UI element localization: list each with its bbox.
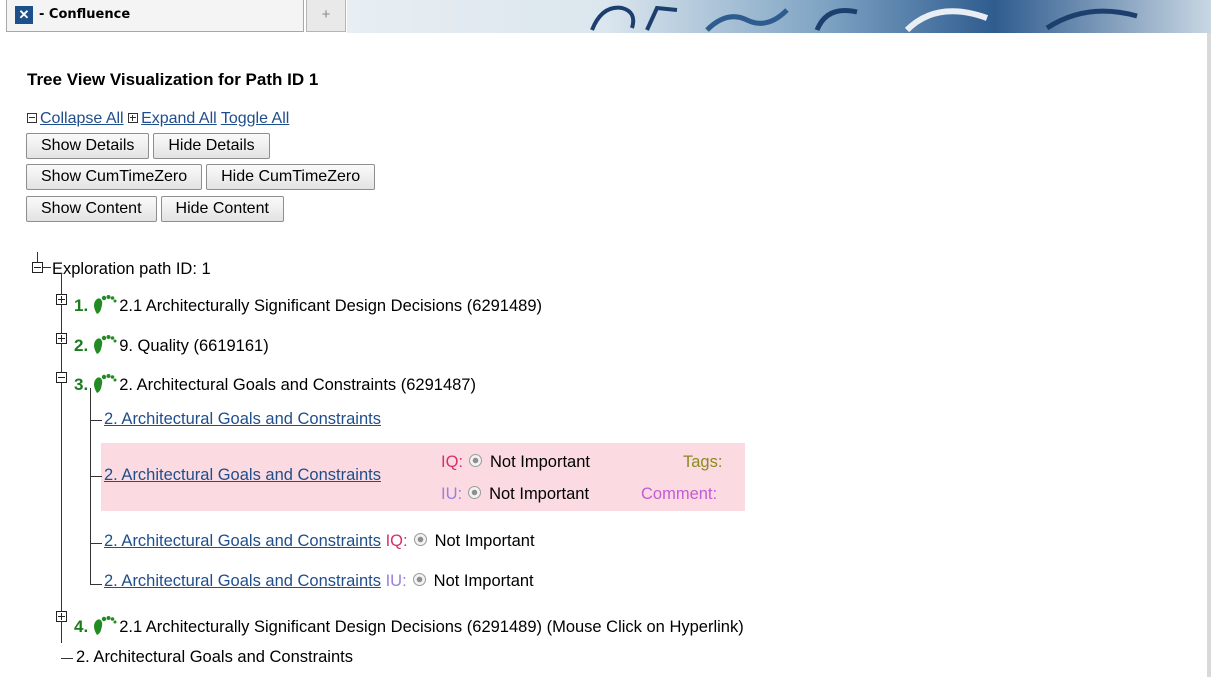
collapse-all-link[interactable]: Collapse All (40, 110, 124, 127)
iq-value: Not Important (490, 453, 590, 471)
browser-tab-bar: ✕ - Confluence + (0, 0, 1211, 33)
radio-icon[interactable] (468, 486, 482, 499)
detail-iq-row: IQ: Not Important (441, 453, 590, 472)
detail-iu-row: IU: Not Important (441, 485, 589, 504)
tree-node-1: 1. 2.1 Architecturally Significant Design… (74, 293, 542, 320)
content-button-row: Show Content Hide Content (26, 196, 288, 222)
node-number: 2. (74, 336, 89, 355)
node-2-expand-icon[interactable] (56, 333, 67, 344)
iq-label: IQ: (441, 453, 464, 471)
tab-title: - Confluence (39, 7, 131, 22)
node-number: 4. (74, 617, 89, 636)
iq-value: Not Important (434, 532, 535, 550)
node-4-expand-icon[interactable] (56, 611, 67, 622)
expand-all-link[interactable]: Expand All (141, 110, 217, 127)
show-cumtimezero-button[interactable]: Show CumTimeZero (26, 164, 203, 190)
tree-line (61, 658, 73, 659)
iu-label: IU: (385, 572, 407, 590)
node-label: 9. Quality (6619161) (119, 337, 269, 355)
node-number: 1. (74, 296, 89, 315)
node-label: 2. Architectural Goals and Constraints (… (119, 376, 476, 394)
show-details-button[interactable]: Show Details (26, 133, 150, 159)
child-iq-row: 2. Architectural Goals and Constraints I… (104, 532, 535, 551)
child-iu-row: 2. Architectural Goals and Constraints I… (104, 572, 534, 591)
footprint-icon (91, 293, 117, 320)
page-title: Tree View Visualization for Path ID 1 (27, 70, 319, 89)
tree-node-2: 2. 9. Quality (6619161) (74, 333, 269, 360)
footprint-icon (91, 333, 117, 360)
tree-line (43, 267, 51, 268)
window-edge (1207, 33, 1211, 677)
child-page-link[interactable]: 2. Architectural Goals and Constraints (104, 410, 381, 428)
footprint-icon (91, 614, 117, 641)
node-label: 2.1 Architecturally Significant Design D… (119, 297, 542, 315)
toggle-all-link[interactable]: Toggle All (221, 110, 290, 127)
confluence-x-icon: ✕ (15, 6, 33, 24)
detail-page-link[interactable]: 2. Architectural Goals and Constraints (104, 466, 381, 484)
expand-box-icon (128, 113, 139, 123)
tree-children-line (90, 388, 91, 585)
node-number: 3. (74, 375, 89, 394)
tree-root-label: Exploration path ID: 1 (52, 260, 211, 278)
cumtime-button-row: Show CumTimeZero Hide CumTimeZero (26, 164, 379, 190)
node-label: 2.1 Architecturally Significant Design D… (119, 618, 744, 636)
radio-icon[interactable] (469, 454, 483, 467)
child-page-link[interactable]: 2. Architectural Goals and Constraints (104, 532, 381, 550)
tree-trunk-line (61, 273, 62, 643)
tree-line (90, 476, 102, 477)
hide-content-button[interactable]: Hide Content (160, 196, 284, 222)
detail-row-link: 2. Architectural Goals and Constraints (104, 466, 381, 485)
hide-cumtimezero-button[interactable]: Hide CumTimeZero (206, 164, 376, 190)
tags-label: Tags: (683, 453, 723, 471)
tree-line (90, 420, 102, 421)
tree-node-4: 4. 2.1 Architecturally Significant Design… (74, 614, 744, 641)
tree-node-3: 3. 2. Architectural Goals and Constraints… (74, 372, 476, 399)
tree-toggle-bar: Collapse All Expand All Toggle All (27, 110, 289, 128)
iu-value: Not Important (433, 572, 534, 590)
comment-label: Comment: (641, 485, 718, 503)
tree-line (90, 543, 102, 544)
radio-icon[interactable] (412, 573, 426, 586)
hide-details-button[interactable]: Hide Details (153, 133, 270, 159)
root-collapse-icon[interactable] (32, 262, 43, 273)
child-link-row: 2. Architectural Goals and Constraints (104, 410, 381, 429)
tab-bar-background (347, 0, 1211, 33)
child-page-link[interactable]: 2. Architectural Goals and Constraints (104, 572, 381, 590)
node-3-collapse-icon[interactable] (56, 372, 67, 383)
node-1-expand-icon[interactable] (56, 294, 67, 305)
tree-line (90, 584, 102, 585)
radio-icon[interactable] (413, 533, 427, 546)
footprint-icon (91, 372, 117, 399)
collapse-box-icon (27, 113, 37, 123)
show-content-button[interactable]: Show Content (26, 196, 157, 222)
iu-label: IU: (441, 485, 463, 503)
iq-label: IQ: (385, 532, 408, 550)
browser-tab[interactable]: ✕ - Confluence (6, 0, 304, 32)
new-tab-button[interactable]: + (306, 0, 346, 32)
iu-value: Not Important (489, 485, 590, 503)
last-leaf-label: 2. Architectural Goals and Constraints (76, 648, 353, 666)
details-button-row: Show Details Hide Details (26, 133, 274, 159)
